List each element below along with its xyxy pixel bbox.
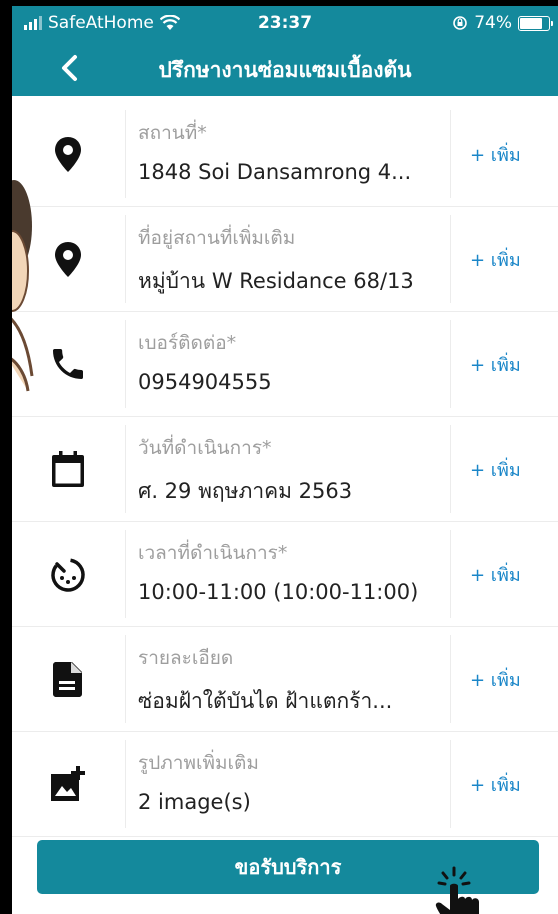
divider (125, 530, 126, 618)
field-value: 1848 Soi Dansamrong 4... (138, 160, 412, 184)
navigation-bar: ปรึกษางานซ่อมแซมเบื้องต้น (12, 44, 558, 94)
add-button[interactable]: + เพิ่ม (470, 140, 550, 169)
divider (450, 635, 451, 723)
divider (125, 425, 126, 513)
row-details[interactable]: รายละเอียด ซ่อมฝ้าใต้บันได ฝ้าแตกร้า... … (12, 627, 558, 732)
timer-icon (51, 558, 85, 592)
divider (450, 425, 451, 513)
field-label: รูปภาพเพิ่มเติม (138, 752, 259, 774)
calendar-icon (52, 451, 84, 487)
add-button[interactable]: + เพิ่ม (470, 560, 550, 589)
location-pin-icon (55, 137, 81, 172)
divider (125, 740, 126, 828)
divider (125, 110, 126, 198)
divider (125, 635, 126, 723)
row-service-time[interactable]: เวลาที่ดำเนินการ* 10:00-11:00 (10:00-11:… (12, 522, 558, 627)
orientation-lock-icon (453, 16, 468, 30)
row-additional-photos[interactable]: รูปภาพเพิ่มเติม 2 image(s) + เพิ่ม (12, 732, 558, 837)
location-pin-icon (55, 242, 81, 277)
add-photo-icon (51, 766, 85, 801)
field-label: เบอร์ติดต่อ* (138, 332, 237, 354)
field-value: ศ. 29 พฤษภาคม 2563 (138, 479, 353, 503)
form-list: สถานที่* 1848 Soi Dansamrong 4... + เพิ่… (12, 102, 558, 837)
add-button[interactable]: + เพิ่ม (470, 455, 550, 484)
pointer-hand-icon (435, 866, 479, 914)
divider (450, 320, 451, 408)
field-label: รายละเอียด (138, 647, 234, 669)
field-value: 2 image(s) (138, 790, 251, 814)
add-button[interactable]: + เพิ่ม (470, 665, 550, 694)
row-service-date[interactable]: วันที่ดำเนินการ* ศ. 29 พฤษภาคม 2563 + เพ… (12, 417, 558, 522)
phone-screen: SafeAtHome 23:37 74% ปรึกษางานซ่อมแซมเบื… (12, 6, 558, 914)
field-label: สถานที่* (138, 122, 207, 144)
field-label: วันที่ดำเนินการ* (138, 437, 272, 459)
page-title: ปรึกษางานซ่อมแซมเบื้องต้น (158, 58, 412, 82)
divider (125, 320, 126, 408)
battery-icon (518, 15, 553, 31)
phone-icon (53, 349, 83, 379)
cartoon-character-overlay (12, 180, 34, 392)
row-location[interactable]: สถานที่* 1848 Soi Dansamrong 4... + เพิ่… (12, 102, 558, 207)
field-value: 10:00-11:00 (10:00-11:00) (138, 580, 419, 604)
divider (450, 530, 451, 618)
row-additional-address[interactable]: ที่อยู่สถานที่เพิ่มเติม หมู่บ้าน W Resid… (12, 207, 558, 312)
add-button[interactable]: + เพิ่ม (470, 350, 550, 379)
top-bar: SafeAtHome 23:37 74% ปรึกษางานซ่อมแซมเบื… (12, 6, 558, 96)
add-button[interactable]: + เพิ่ม (470, 245, 550, 274)
status-bar: SafeAtHome 23:37 74% (12, 6, 558, 40)
field-value: ซ่อมฝ้าใต้บันได ฝ้าแตกร้า... (138, 689, 393, 713)
divider (450, 740, 451, 828)
document-icon (53, 662, 82, 697)
battery-percent: 74% (474, 13, 512, 33)
add-button[interactable]: + เพิ่ม (470, 770, 550, 799)
divider (450, 215, 451, 303)
field-label: ที่อยู่สถานที่เพิ่มเติม (138, 227, 296, 249)
field-value: หมู่บ้าน W Residance 68/13 (138, 269, 414, 293)
field-label: เวลาที่ดำเนินการ* (138, 542, 288, 564)
row-contact-number[interactable]: เบอร์ติดต่อ* 0954904555 + เพิ่ม (12, 312, 558, 417)
divider (125, 215, 126, 303)
divider (450, 110, 451, 198)
field-value: 0954904555 (138, 370, 272, 394)
status-right: 74% (452, 13, 553, 33)
